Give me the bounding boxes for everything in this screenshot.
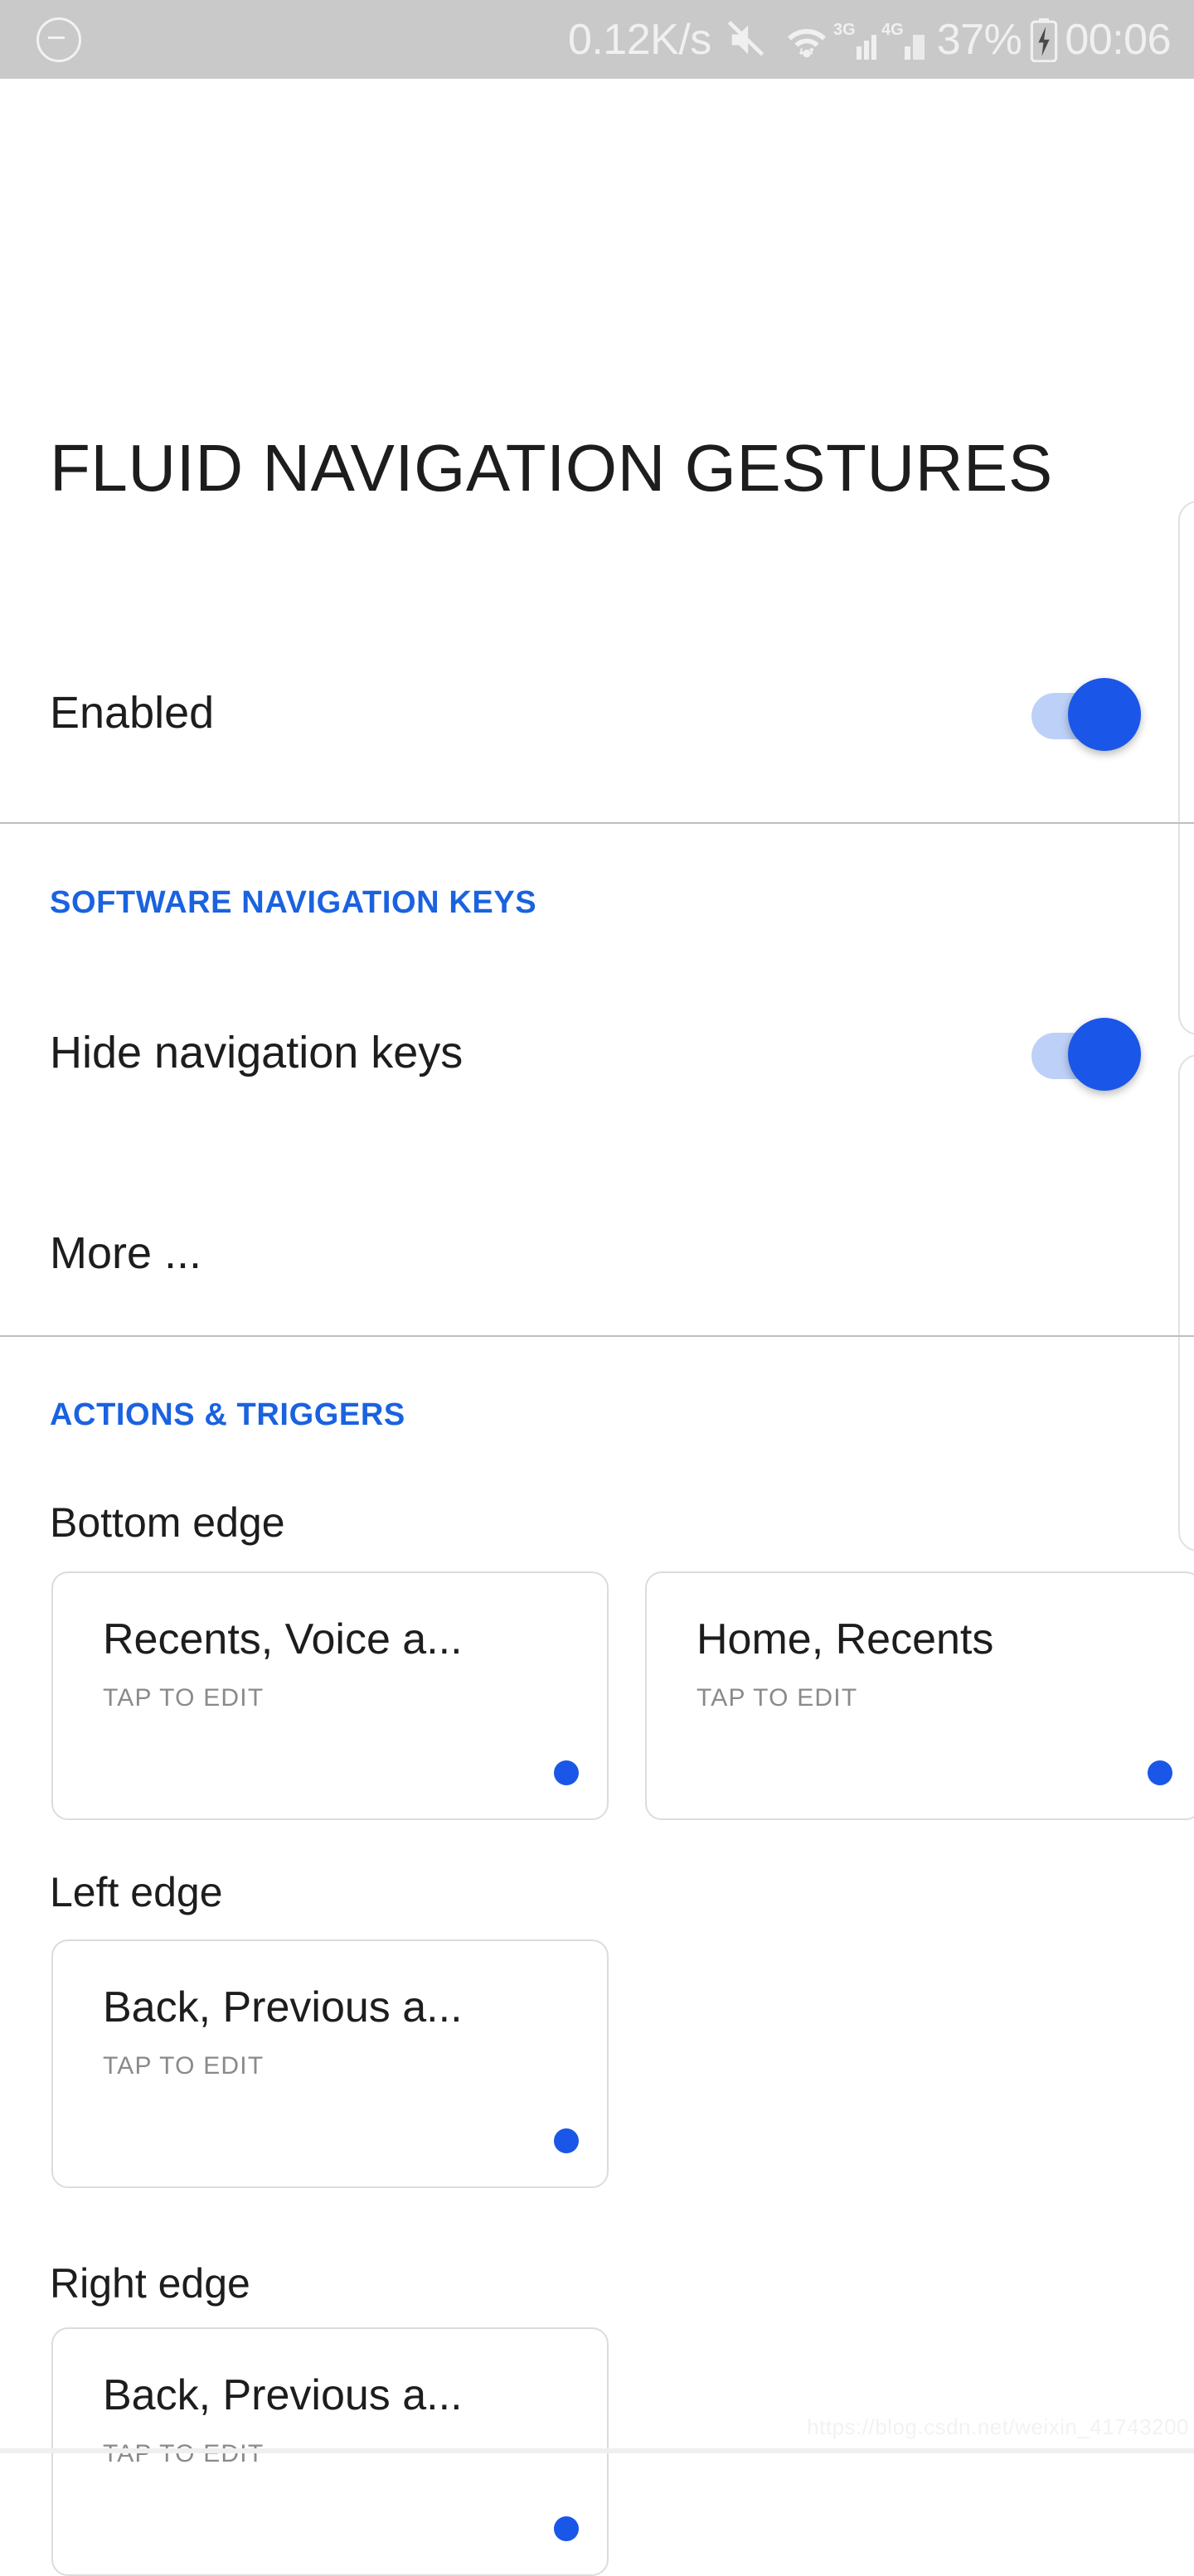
action-card-title: Home, Recents <box>696 1615 994 1663</box>
signal-4g-icon: 4G <box>881 18 928 61</box>
action-card-left-1[interactable]: Back, Previous a... TAP TO EDIT <box>51 1939 609 2188</box>
blue-dot-icon <box>554 1760 579 1785</box>
hide-nav-keys-toggle[interactable] <box>1031 1013 1144 1092</box>
blue-dot-icon <box>1148 1760 1172 1785</box>
minus-circle-icon <box>36 17 81 62</box>
battery-percent-text: 37% <box>936 15 1022 64</box>
action-card-title: Back, Previous a... <box>103 2371 463 2419</box>
hide-nav-keys-toggle-thumb <box>1068 1018 1141 1091</box>
signal-4g-label: 4G <box>881 21 904 39</box>
action-card-subtitle: TAP TO EDIT <box>103 1684 265 1712</box>
edge-label-bottom: Bottom edge <box>50 1499 285 1546</box>
status-bar-right: 0.12K/s 3G 4G 37% 00:06 <box>568 17 1171 62</box>
status-bar: 0.12K/s 3G 4G 37% 00:06 <box>0 0 1194 79</box>
page-title: FLUID NAVIGATION GESTURES <box>50 431 1053 505</box>
blue-dot-icon <box>554 2516 579 2541</box>
status-bar-left <box>36 17 81 62</box>
wifi-icon <box>783 19 831 61</box>
action-card-title: Recents, Voice a... <box>103 1615 463 1663</box>
setting-row-hide-nav-keys[interactable]: Hide navigation keys <box>0 1003 1194 1102</box>
watermark-text: https://blog.csdn.net/weixin_41743200 <box>807 2414 1189 2439</box>
mute-icon <box>725 18 768 61</box>
signal-3g-icon: 3G <box>833 18 880 61</box>
action-card-bottom-1[interactable]: Recents, Voice a... TAP TO EDIT <box>51 1571 609 1820</box>
setting-row-more[interactable]: More ... <box>0 1212 1194 1295</box>
enabled-toggle[interactable] <box>1031 673 1144 753</box>
action-card-title: Back, Previous a... <box>103 1983 463 2031</box>
bottom-strip <box>0 2448 1194 2453</box>
section-header-software-nav: SOFTWARE NAVIGATION KEYS <box>50 885 537 920</box>
network-speed-text: 0.12K/s <box>567 15 711 64</box>
action-card-subtitle: TAP TO EDIT <box>696 1684 858 1712</box>
clock-text: 00:06 <box>1065 15 1171 64</box>
enabled-toggle-thumb <box>1068 678 1141 751</box>
hide-nav-keys-label: Hide navigation keys <box>50 1028 464 1077</box>
setting-row-enabled[interactable]: Enabled <box>0 663 1194 763</box>
divider-2 <box>0 1335 1194 1337</box>
action-card-subtitle: TAP TO EDIT <box>103 2052 265 2080</box>
battery-charging-icon <box>1030 17 1058 62</box>
action-card-subtitle: TAP TO EDIT <box>103 2440 265 2467</box>
offscreen-card-peek-top <box>1178 501 1194 1035</box>
divider-1 <box>0 822 1194 824</box>
signal-3g-label: 3G <box>833 21 856 39</box>
edge-label-right: Right edge <box>50 2260 250 2307</box>
section-header-actions-triggers: ACTIONS & TRIGGERS <box>50 1397 405 1432</box>
offscreen-card-peek-bottom <box>1178 1054 1194 1552</box>
more-label: More ... <box>50 1228 202 1278</box>
blue-dot-icon <box>554 2128 579 2153</box>
enabled-label: Enabled <box>50 688 215 738</box>
edge-label-left: Left edge <box>50 1869 223 1915</box>
action-card-bottom-2[interactable]: Home, Recents TAP TO EDIT <box>645 1571 1194 1820</box>
